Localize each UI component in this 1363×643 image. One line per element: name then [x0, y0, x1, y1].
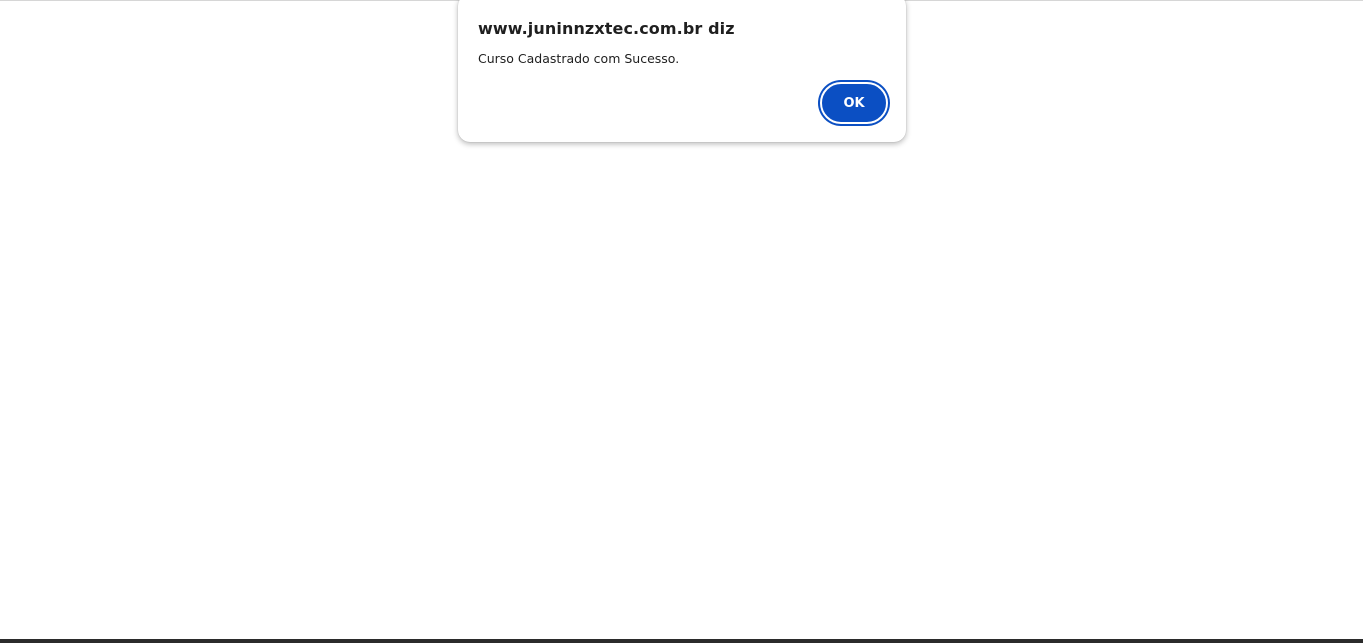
taskbar-edge	[0, 639, 1363, 643]
dialog-title: www.juninnzxtec.com.br diz	[478, 19, 735, 38]
alert-dialog: www.juninnzxtec.com.br diz Curso Cadastr…	[458, 0, 906, 142]
ok-button[interactable]: OK	[820, 82, 888, 124]
dialog-message: Curso Cadastrado com Sucesso.	[478, 51, 680, 66]
